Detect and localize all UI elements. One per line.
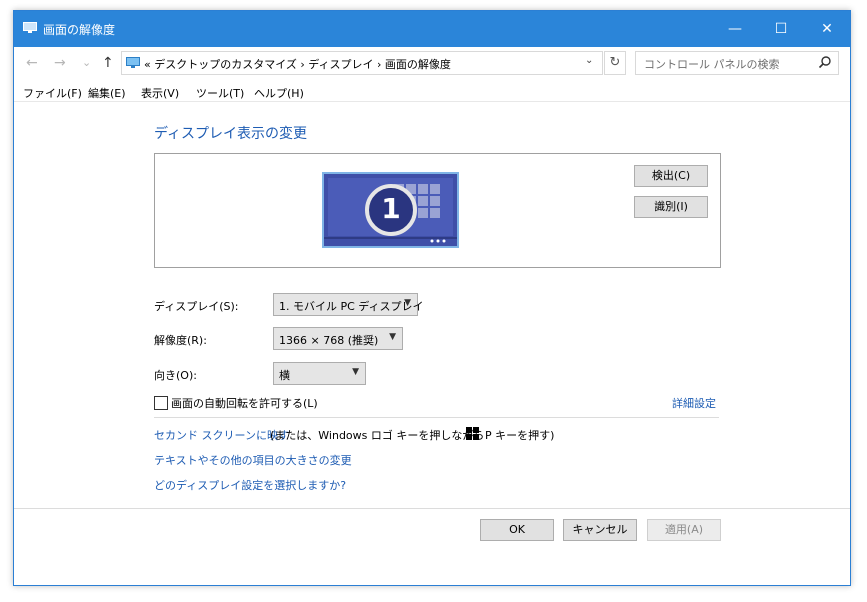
page-title: ディスプレイ表示の変更: [154, 126, 308, 142]
navigation-bar: ← → ⌄ ↑ « デスクトップのカスタマイズ › ディスプレイ › 画面の解像…: [14, 47, 850, 79]
refresh-button[interactable]: ↻: [604, 51, 626, 75]
window-title: 画面の解像度: [43, 23, 116, 37]
text-size-link[interactable]: テキストやその他の項目の大きさの変更: [154, 452, 352, 468]
monitor-1-thumbnail[interactable]: 1: [322, 172, 459, 248]
second-screen-hint: (または、Windows ロゴ キーを押しながら: [270, 429, 485, 442]
cancel-button[interactable]: キャンセル: [563, 519, 637, 541]
search-icon[interactable]: [818, 55, 832, 69]
menu-edit[interactable]: 編集(E): [88, 85, 126, 101]
auto-rotate-label[interactable]: 画面の自動回転を許可する(L): [171, 395, 318, 411]
monitor-number: 1: [381, 192, 401, 225]
divider: [154, 417, 719, 418]
address-bar[interactable]: « デスクトップのカスタマイズ › ディスプレイ › 画面の解像度 ⌄: [121, 51, 603, 75]
footer-divider: [14, 508, 850, 509]
apply-button[interactable]: 適用(A): [647, 519, 721, 541]
monitor-icon: [23, 22, 37, 33]
orientation-label: 向き(O):: [154, 369, 197, 382]
display-preview-area: 1 検出(C) 識別(I): [154, 153, 721, 268]
menu-file[interactable]: ファイル(F): [23, 85, 82, 101]
advanced-settings-link[interactable]: 詳細設定: [672, 395, 716, 411]
chevron-down-icon: ▼: [404, 298, 411, 308]
search-placeholder: コントロール パネルの検索: [644, 58, 780, 71]
menu-tools[interactable]: ツール(T): [196, 85, 244, 101]
orientation-select[interactable]: 横 ▼: [273, 362, 366, 385]
display-label: ディスプレイ(S):: [154, 300, 239, 313]
auto-rotate-checkbox[interactable]: [154, 396, 168, 410]
second-screen-link[interactable]: セカンド スクリーンに映す: [154, 427, 289, 443]
chevron-down-icon: ▼: [389, 332, 396, 342]
minimize-button[interactable]: —: [712, 11, 758, 47]
up-icon[interactable]: ↑: [102, 55, 114, 71]
menu-bar: ファイル(F) 編集(E) 表示(V) ツール(T) ヘルプ(H): [14, 81, 850, 102]
display-select[interactable]: 1. モバイル PC ディスプレイ ▼: [273, 293, 424, 316]
title-bar[interactable]: 画面の解像度 — ☐ ✕: [14, 11, 850, 47]
maximize-button[interactable]: ☐: [758, 11, 804, 47]
detect-button[interactable]: 検出(C): [634, 165, 708, 187]
main-content: ディスプレイ表示の変更 1 検出(C) 識別(I) ディスプレイ(S): 1. …: [14, 103, 850, 585]
chevron-down-icon[interactable]: ⌄: [585, 55, 593, 66]
resolution-select-value: 1366 × 768 (推奨): [279, 334, 379, 347]
control-panel-window: 画面の解像度 — ☐ ✕ ← → ⌄ ↑ « デスクトップのカスタマイズ › デ…: [13, 10, 851, 586]
control-panel-icon: [126, 57, 140, 68]
identify-button[interactable]: 識別(I): [634, 196, 708, 218]
breadcrumb[interactable]: « デスクトップのカスタマイズ › ディスプレイ › 画面の解像度: [144, 56, 451, 72]
chevron-down-icon: ▼: [352, 367, 359, 377]
second-screen-hint-key: P キーを押す): [485, 429, 555, 442]
menu-help[interactable]: ヘルプ(H): [254, 85, 304, 101]
which-settings-link[interactable]: どのディスプレイ設定を選択しますか?: [154, 477, 346, 493]
search-input[interactable]: コントロール パネルの検索: [635, 51, 839, 75]
recent-locations-dropdown-icon[interactable]: ⌄: [82, 56, 91, 69]
orientation-select-value: 横: [279, 369, 290, 382]
back-icon[interactable]: ←: [26, 55, 38, 71]
menu-view[interactable]: 表示(V): [141, 85, 179, 101]
resolution-select[interactable]: 1366 × 768 (推奨) ▼: [273, 327, 403, 350]
ok-button[interactable]: OK: [480, 519, 554, 541]
forward-icon[interactable]: →: [54, 55, 66, 71]
display-select-value: 1. モバイル PC ディスプレイ: [279, 300, 424, 313]
windows-logo-icon: [466, 427, 479, 440]
close-button[interactable]: ✕: [804, 11, 850, 47]
resolution-label: 解像度(R):: [154, 334, 207, 347]
